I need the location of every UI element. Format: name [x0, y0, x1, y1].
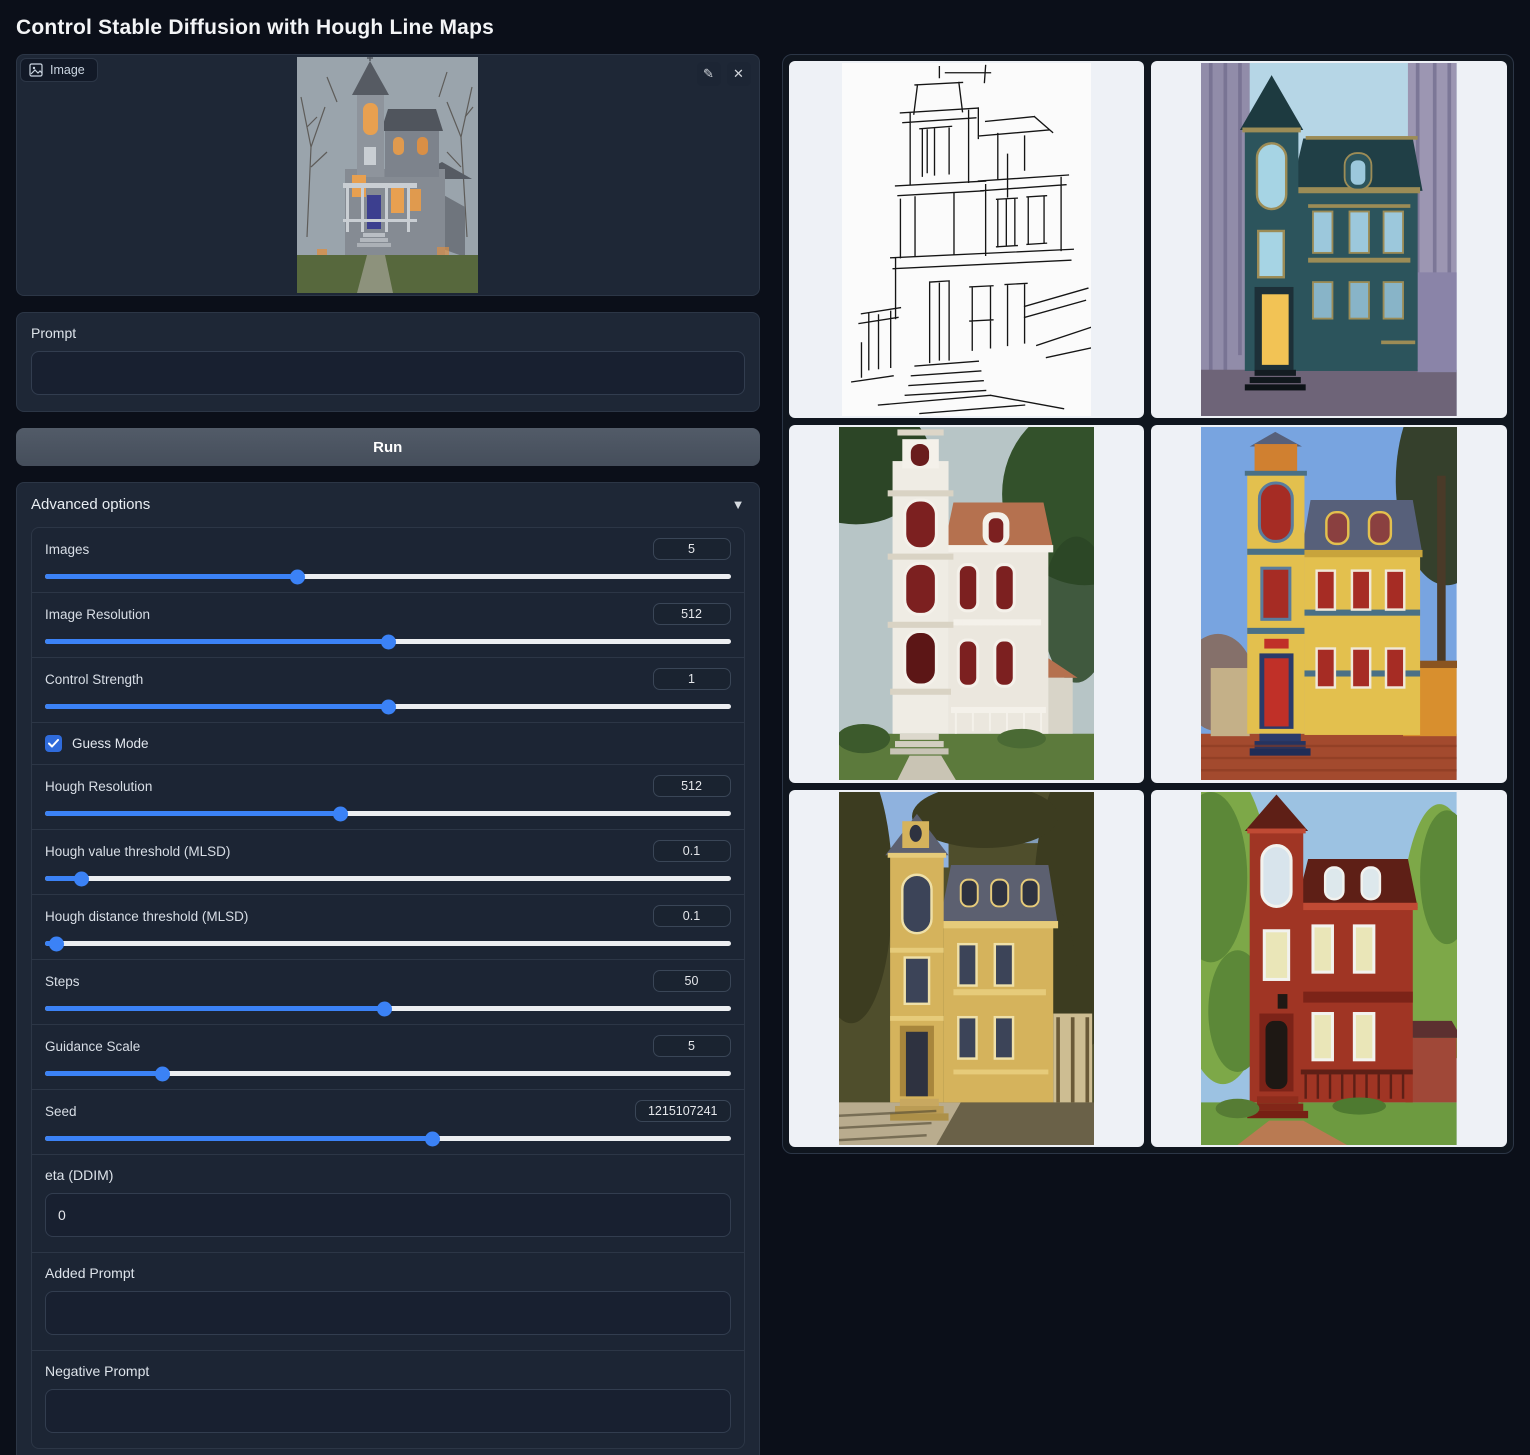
guidance-scale-slider[interactable] — [45, 1071, 731, 1076]
guess-mode-row: Guess Mode — [32, 722, 744, 764]
image-input-dropzone[interactable]: Image ✎ ✕ — [16, 54, 760, 296]
seed-label: Seed — [45, 1104, 77, 1119]
negative-prompt-row: Negative Prompt — [32, 1350, 744, 1448]
slider-handle[interactable] — [290, 569, 305, 584]
edit-image-button[interactable]: ✎ — [697, 62, 721, 86]
hough-value-threshold-slider-row: Hough value threshold (MLSD) 0.1 — [32, 829, 744, 894]
slider-handle[interactable] — [49, 936, 64, 951]
gallery-item-generated-4[interactable] — [789, 790, 1145, 1147]
control-strength-value-input[interactable]: 1 — [653, 668, 731, 690]
guess-mode-label: Guess Mode — [72, 736, 149, 751]
image-component-badge: Image — [20, 58, 98, 82]
slider-handle[interactable] — [155, 1066, 170, 1081]
hough-value-threshold-value-input[interactable]: 0.1 — [653, 840, 731, 862]
slider-handle[interactable] — [381, 634, 396, 649]
gallery-item-generated-1[interactable] — [1151, 61, 1507, 418]
steps-slider-row: Steps 50 — [32, 959, 744, 1024]
eta-input[interactable] — [45, 1193, 731, 1237]
hough-resolution-label: Hough Resolution — [45, 779, 152, 794]
images-slider-row: Images 5 — [32, 528, 744, 592]
app-root: Control Stable Diffusion with Hough Line… — [0, 0, 1530, 1455]
hough-resolution-slider-row: Hough Resolution 512 — [32, 764, 744, 829]
generated-image-5 — [1201, 792, 1457, 1145]
seed-value-input[interactable]: 1215107241 — [635, 1100, 731, 1122]
advanced-options-form: Images 5 Image Resolution 512 — [31, 527, 745, 1449]
image-resolution-value-input[interactable]: 512 — [653, 603, 731, 625]
checkmark-icon — [48, 739, 59, 748]
hough-distance-threshold-slider-row: Hough distance threshold (MLSD) 0.1 — [32, 894, 744, 959]
gallery-item-hough-line-map[interactable] — [789, 61, 1145, 418]
page-title: Control Stable Diffusion with Hough Line… — [16, 10, 1514, 54]
slider-handle[interactable] — [377, 1001, 392, 1016]
generated-image-4 — [839, 792, 1095, 1145]
control-strength-slider[interactable] — [45, 704, 731, 709]
image-icon — [29, 63, 43, 77]
advanced-options-header[interactable]: Advanced options ▼ — [31, 496, 745, 513]
guidance-scale-slider-row: Guidance Scale 5 — [32, 1024, 744, 1089]
added-prompt-input[interactable] — [45, 1291, 731, 1335]
prompt-block: Prompt — [16, 312, 760, 412]
negative-prompt-input[interactable] — [45, 1389, 731, 1433]
pencil-icon: ✎ — [703, 66, 714, 82]
hough-resolution-value-input[interactable]: 512 — [653, 775, 731, 797]
images-label: Images — [45, 542, 89, 557]
gallery-item-generated-5[interactable] — [1151, 790, 1507, 1147]
eta-row: eta (DDIM) — [32, 1154, 744, 1252]
slider-handle[interactable] — [381, 699, 396, 714]
gallery-item-generated-2[interactable] — [789, 425, 1145, 782]
slider-handle[interactable] — [425, 1131, 440, 1146]
prompt-label: Prompt — [31, 325, 745, 341]
guidance-scale-label: Guidance Scale — [45, 1039, 140, 1054]
image-resolution-label: Image Resolution — [45, 607, 150, 622]
prompt-input[interactable] — [31, 351, 745, 395]
hough-line-map-image — [842, 63, 1092, 416]
added-prompt-row: Added Prompt — [32, 1252, 744, 1350]
slider-handle[interactable] — [333, 806, 348, 821]
added-prompt-label: Added Prompt — [45, 1265, 731, 1281]
control-strength-slider-row: Control Strength 1 — [32, 657, 744, 722]
image-component-label: Image — [50, 63, 85, 77]
images-slider[interactable] — [45, 574, 731, 579]
seed-slider[interactable] — [45, 1136, 731, 1141]
hough-distance-threshold-value-input[interactable]: 0.1 — [653, 905, 731, 927]
image-resolution-slider[interactable] — [45, 639, 731, 644]
advanced-options-title: Advanced options — [31, 496, 150, 513]
images-value-input[interactable]: 5 — [653, 538, 731, 560]
slider-handle[interactable] — [74, 871, 89, 886]
chevron-down-icon: ▼ — [732, 497, 745, 512]
hough-value-threshold-slider[interactable] — [45, 876, 731, 881]
guidance-scale-value-input[interactable]: 5 — [653, 1035, 731, 1057]
steps-value-input[interactable]: 50 — [653, 970, 731, 992]
hough-resolution-slider[interactable] — [45, 811, 731, 816]
clear-image-button[interactable]: ✕ — [727, 62, 751, 86]
eta-label: eta (DDIM) — [45, 1167, 731, 1183]
advanced-options-accordion: Advanced options ▼ Images 5 — [16, 482, 760, 1455]
hough-value-threshold-label: Hough value threshold (MLSD) — [45, 844, 230, 859]
generated-image-2 — [839, 427, 1095, 780]
generated-image-1 — [1201, 63, 1457, 416]
run-button[interactable]: Run — [16, 428, 760, 466]
guess-mode-checkbox[interactable] — [45, 735, 62, 752]
uploaded-image[interactable] — [297, 57, 478, 293]
hough-distance-threshold-label: Hough distance threshold (MLSD) — [45, 909, 248, 924]
negative-prompt-label: Negative Prompt — [45, 1363, 731, 1379]
seed-slider-row: Seed 1215107241 — [32, 1089, 744, 1154]
steps-label: Steps — [45, 974, 80, 989]
control-strength-label: Control Strength — [45, 672, 143, 687]
steps-slider[interactable] — [45, 1006, 731, 1011]
generated-image-3 — [1201, 427, 1457, 780]
output-gallery — [782, 54, 1515, 1154]
gallery-item-generated-3[interactable] — [1151, 425, 1507, 782]
image-resolution-slider-row: Image Resolution 512 — [32, 592, 744, 657]
close-icon: ✕ — [733, 66, 744, 82]
hough-distance-threshold-slider[interactable] — [45, 941, 731, 946]
